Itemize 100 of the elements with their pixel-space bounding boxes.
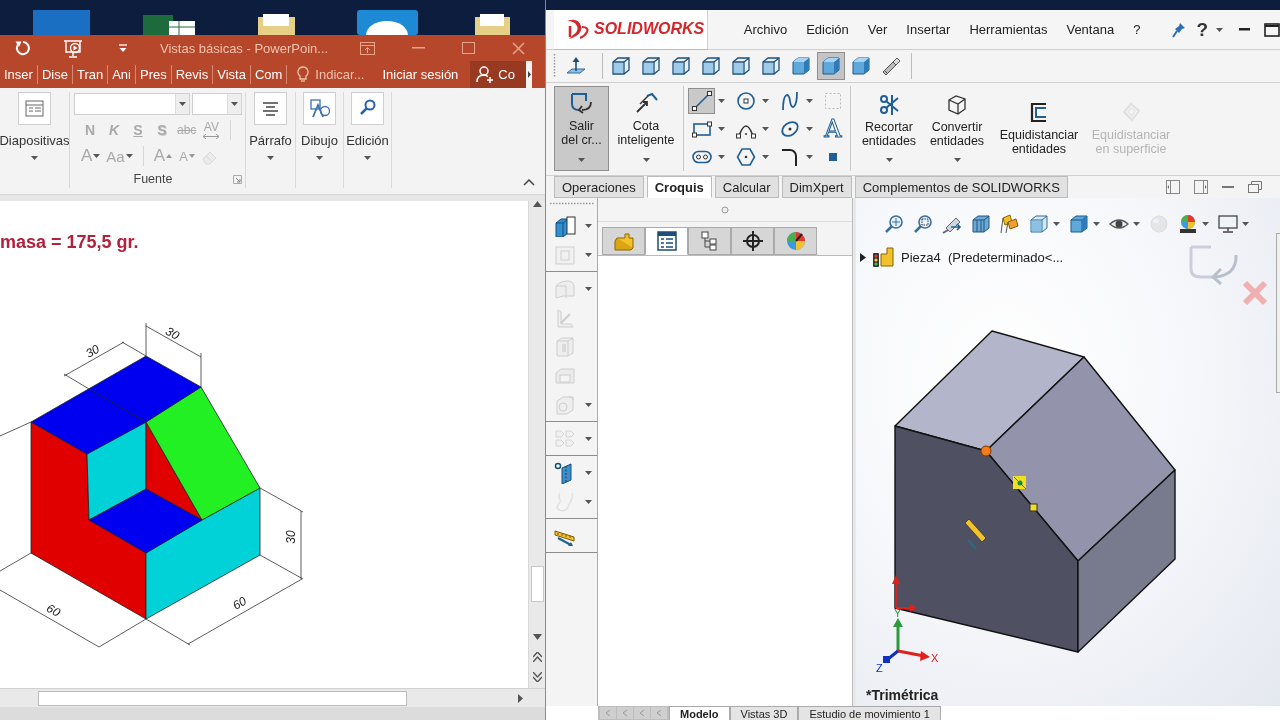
menu-item[interactable]: Herramientas <box>969 22 1048 37</box>
caret-icon[interactable] <box>585 470 592 475</box>
tab[interactable]: Vistas 3D <box>729 706 799 720</box>
caret-icon[interactable] <box>806 127 813 131</box>
menu-item[interactable]: Ver <box>867 22 888 37</box>
tab[interactable]: DimXpert <box>781 176 852 198</box>
scroll-down-icon[interactable] <box>532 634 542 640</box>
splitter-handle-icon[interactable] <box>721 205 729 214</box>
tab[interactable]: Operaciones <box>554 176 644 198</box>
tab[interactable]: Estudio de movimiento 1 <box>798 706 941 720</box>
vertical-scrollbar[interactable] <box>528 201 545 688</box>
view-tool-button[interactable] <box>1000 214 1020 234</box>
sketch-point-icon[interactable] <box>980 445 992 457</box>
caret-icon[interactable] <box>1093 222 1100 226</box>
sign-in-link[interactable]: Iniciar sesión <box>382 61 459 88</box>
ribbon-tab[interactable]: Vista <box>213 65 251 84</box>
caret-icon[interactable] <box>1053 222 1060 226</box>
command-button[interactable]: Convertir entidades <box>923 86 991 171</box>
minimize-icon[interactable] <box>1239 28 1250 31</box>
caret-icon[interactable] <box>762 99 769 103</box>
minimize-icon[interactable] <box>1222 185 1234 189</box>
view-tool-button[interactable] <box>1069 214 1089 234</box>
tab[interactable]: Calcular <box>714 176 779 198</box>
app-tile-icon[interactable] <box>357 10 418 35</box>
caret-icon[interactable] <box>585 252 592 257</box>
scroll-up-icon[interactable] <box>532 201 542 207</box>
panel-left-icon[interactable] <box>1166 180 1180 194</box>
next-slide-icon[interactable] <box>532 672 542 682</box>
font-size-field[interactable] <box>191 93 242 115</box>
tree-item[interactable]: Pieza4 (Predeterminado<... <box>901 249 1064 265</box>
pin-icon[interactable] <box>1172 21 1187 38</box>
collapse-ribbon-icon[interactable] <box>523 179 535 186</box>
grip-icon[interactable] <box>553 53 556 79</box>
share-button[interactable]: Co <box>470 61 527 88</box>
font-name-field[interactable] <box>73 93 190 115</box>
caret-icon[interactable] <box>1202 222 1209 226</box>
caret-icon[interactable] <box>585 286 592 291</box>
ribbon-tab[interactable]: Inser <box>0 65 38 84</box>
editing-button[interactable]: Edición <box>346 92 389 160</box>
ribbon-tab[interactable]: Dise <box>37 65 73 84</box>
panel-tab[interactable] <box>731 227 774 255</box>
horizontal-scrollbar[interactable] <box>0 688 545 707</box>
drawing-button[interactable]: Dibujo <box>301 92 338 160</box>
menu-item[interactable]: Ventana <box>1066 22 1115 37</box>
view-tool-button[interactable] <box>884 214 904 234</box>
menu-item[interactable]: Archivo <box>743 22 788 37</box>
feature-tool-button[interactable] <box>554 214 576 237</box>
app-tile-icon[interactable] <box>33 10 90 35</box>
view-tool-button[interactable] <box>1178 214 1198 234</box>
spreadsheet-icon[interactable] <box>143 12 195 35</box>
scroll-thumb[interactable] <box>38 690 407 706</box>
command-button[interactable]: Recortar entidades <box>861 86 917 171</box>
ribbon-options-icon[interactable] <box>360 41 375 55</box>
restore-icon[interactable] <box>1248 181 1262 193</box>
sketch-tool-button[interactable] <box>688 88 715 114</box>
scroll-right-icon[interactable] <box>518 693 523 703</box>
ribbon-tab[interactable]: Pres <box>135 65 172 84</box>
menu-item[interactable]: Insertar <box>906 22 951 37</box>
smart-dimension-button[interactable]: Cota inteligente <box>613 86 679 171</box>
paragraph-button[interactable]: Párrafo <box>249 92 292 160</box>
help-button[interactable]: ? <box>1196 18 1208 41</box>
ribbon-tab[interactable]: Revis <box>171 65 214 84</box>
panel-tab[interactable] <box>645 227 688 255</box>
caret-icon[interactable] <box>806 155 813 159</box>
caret-icon[interactable] <box>718 127 725 131</box>
dialog-launcher-icon[interactable] <box>233 174 242 184</box>
slides-button[interactable]: Diapositivas <box>0 92 70 160</box>
caret-icon[interactable] <box>585 223 592 228</box>
folder-icon[interactable] <box>258 14 295 35</box>
tab[interactable]: Modelo <box>669 706 730 720</box>
caret-icon[interactable] <box>718 99 725 103</box>
folder-icon[interactable] <box>475 14 510 35</box>
ribbon-tab[interactable]: Ani <box>108 65 136 84</box>
caret-icon[interactable] <box>585 402 592 407</box>
menu-item[interactable]: ? <box>1133 22 1141 37</box>
caret-icon[interactable] <box>585 436 592 441</box>
presentation-icon[interactable] <box>63 38 83 58</box>
caret-icon[interactable] <box>1216 27 1223 32</box>
view-button[interactable] <box>817 52 845 80</box>
panel-right-icon[interactable] <box>1194 180 1208 194</box>
menu-item[interactable]: Edición <box>806 22 849 37</box>
caret-icon[interactable] <box>718 155 725 159</box>
caret-icon[interactable] <box>1133 222 1140 226</box>
customize-caret-icon[interactable] <box>118 44 128 52</box>
view-tool-button[interactable] <box>913 214 933 234</box>
view-tool-button[interactable] <box>971 214 991 234</box>
grip-icon[interactable] <box>550 202 594 205</box>
ribbon-tab[interactable]: Com <box>250 65 288 84</box>
previous-slide-icon[interactable] <box>532 652 542 662</box>
caret-icon[interactable] <box>1242 222 1249 226</box>
caret-icon[interactable] <box>806 99 813 103</box>
caret-icon[interactable] <box>762 127 769 131</box>
undo-icon[interactable] <box>14 40 30 56</box>
tab[interactable]: Croquis <box>646 176 712 198</box>
caret-icon[interactable] <box>585 499 592 504</box>
tab[interactable]: Complementos de SOLIDWORKS <box>854 176 1068 198</box>
ribbon-tab[interactable]: Tran <box>72 65 109 84</box>
scroll-thumb[interactable] <box>530 566 544 602</box>
tree-toggle-icon[interactable] <box>860 252 867 262</box>
maximize-icon[interactable] <box>1264 22 1280 37</box>
